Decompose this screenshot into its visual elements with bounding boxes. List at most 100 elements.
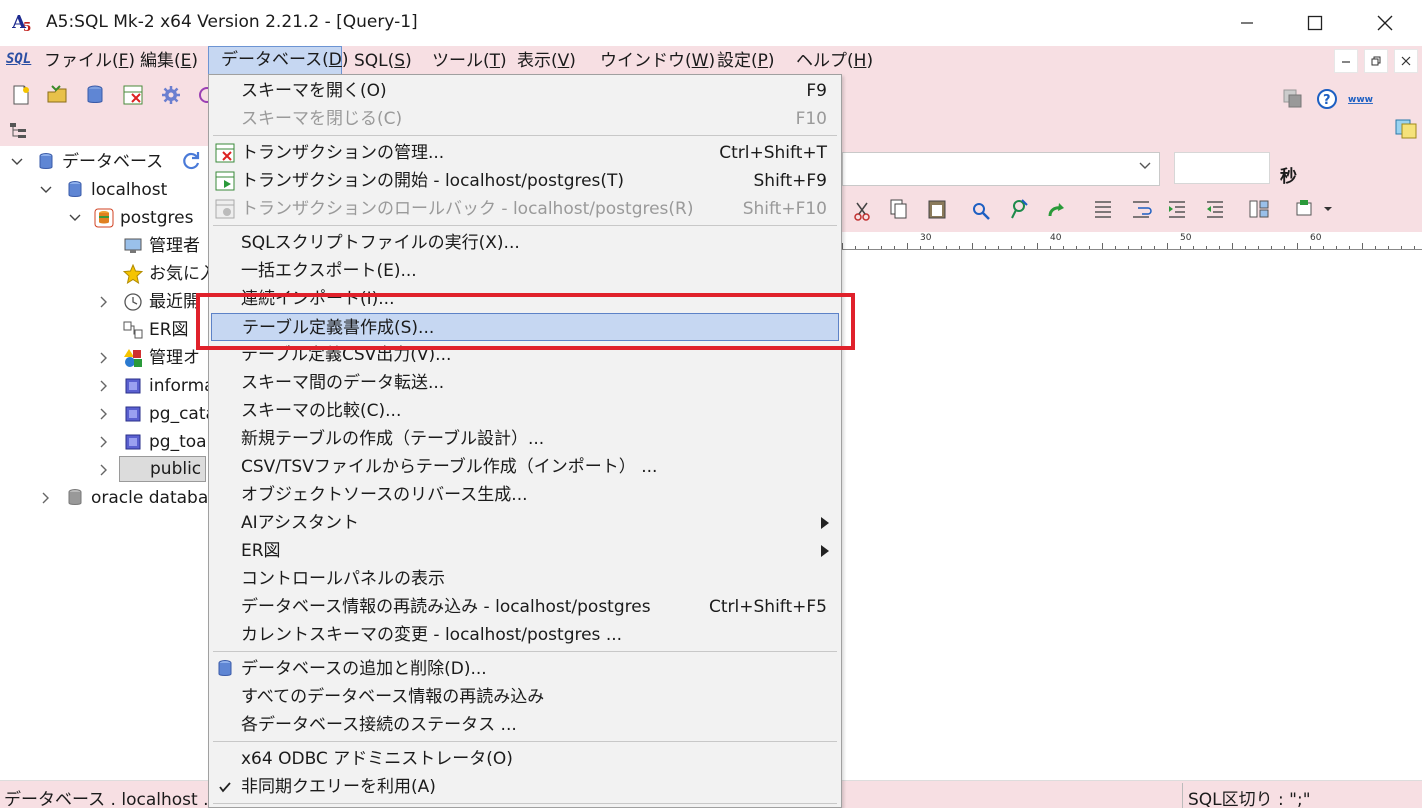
tools-dropdown-icon[interactable]	[1294, 198, 1334, 220]
menu-item-5[interactable]: 表示(V)	[517, 46, 576, 76]
dropdown-item-label: CSV/TSVファイルからテーブル作成（インポート） ...	[241, 457, 658, 477]
collapse-chevron-icon[interactable]	[39, 176, 53, 204]
tree-view-icon[interactable]	[8, 120, 30, 142]
open-folder-icon[interactable]	[46, 84, 68, 106]
window-layer-icon[interactable]	[1282, 88, 1304, 110]
dropdown-menu-item[interactable]: カレントスキーマの変更 - localhost/postgres ...	[209, 621, 841, 649]
menu-item-6[interactable]: ウインドウ(W)	[600, 46, 715, 76]
dropdown-item-shortcut: Ctrl+Shift+F5	[709, 597, 827, 617]
dropdown-menu-item[interactable]: 各データベース接続のステータス ...	[209, 711, 841, 739]
tree-node[interactable]: pg_toa	[149, 428, 207, 456]
timeout-seconds-input[interactable]	[1174, 152, 1270, 184]
refresh-icon[interactable]	[180, 150, 202, 172]
dropdown-item-shortcut: F9	[806, 81, 827, 101]
close-icon	[1377, 15, 1393, 31]
dropdown-menu-item[interactable]: データベースの追加と削除(D)...	[209, 655, 841, 683]
menu-item-3[interactable]: SQL(S)	[354, 46, 412, 76]
tree-node[interactable]: informa	[149, 372, 215, 400]
ruler-tick	[933, 246, 934, 249]
svg-text:www: www	[1348, 95, 1373, 105]
transaction-icon[interactable]	[122, 84, 144, 106]
collapse-chevron-icon[interactable]	[68, 204, 82, 232]
menu-item-4[interactable]: ツール(T)	[432, 46, 507, 76]
checkmark-icon	[219, 773, 231, 802]
menu-item-1[interactable]: 編集(E)	[140, 46, 198, 76]
expand-chevron-icon[interactable]	[97, 400, 111, 428]
dropdown-menu-item[interactable]: SQLスクリプトファイルの実行(X)...	[209, 229, 841, 257]
dropdown-menu-item[interactable]: トランザクションの開始 - localhost/postgres(T) Shift…	[209, 167, 841, 195]
copy-icon[interactable]	[888, 198, 910, 220]
dropdown-menu-item[interactable]: すべてのデータベース情報の再読み込み	[209, 683, 841, 711]
dropdown-menu-item[interactable]: スキーマ間のデータ転送...	[209, 369, 841, 397]
www-icon[interactable]: www	[1348, 88, 1374, 110]
mdi-minimize-button[interactable]	[1334, 49, 1358, 73]
menu-item-8[interactable]: ヘルプ(H)	[796, 46, 873, 76]
gear-icon[interactable]	[160, 84, 182, 106]
mdi-close-button[interactable]	[1394, 49, 1418, 73]
menu-item-2[interactable]: データベース(D)	[208, 46, 349, 75]
mdi-restore-button[interactable]	[1364, 49, 1388, 73]
expand-chevron-icon[interactable]	[97, 344, 111, 372]
database-icon[interactable]	[84, 84, 106, 106]
cut-icon[interactable]	[852, 200, 874, 222]
outdent-icon[interactable]	[1204, 198, 1226, 220]
layout-icon[interactable]	[1248, 198, 1270, 220]
dropdown-menu-item[interactable]: 一括エクスポート(E)...	[209, 257, 841, 285]
search-icon[interactable]	[970, 200, 992, 222]
ruler-tick	[946, 246, 947, 249]
ruler-tick	[1115, 246, 1116, 249]
indent-icon[interactable]	[1166, 198, 1188, 220]
ruler-tick	[1401, 246, 1402, 249]
dropdown-menu-item[interactable]: データベース情報の再読み込み - localhost/postgres Ctrl+…	[209, 593, 841, 621]
tree-node[interactable]: public	[119, 456, 207, 482]
expand-chevron-icon[interactable]	[97, 456, 111, 484]
tree-node[interactable]: pg_cata	[149, 400, 216, 428]
sql-editor[interactable]	[842, 250, 1422, 780]
ruler-tick	[1310, 246, 1311, 249]
tree-node[interactable]: ER図	[149, 316, 189, 344]
tree-node[interactable]: localhost	[91, 176, 167, 204]
redo-icon[interactable]	[1046, 200, 1068, 222]
expand-chevron-icon[interactable]	[97, 372, 111, 400]
dropdown-menu-item[interactable]: x64 ODBC アドミニストレータ(O)	[209, 745, 841, 773]
tree-node-label: 最近開	[149, 292, 200, 312]
tree-node[interactable]: oracle databas	[91, 484, 217, 512]
align-icon[interactable]	[1092, 198, 1114, 220]
dropdown-menu-item[interactable]: スキーマを開く(O) F9	[209, 77, 841, 105]
collapse-chevron-icon[interactable]	[10, 148, 24, 176]
maximize-button[interactable]	[1280, 0, 1350, 46]
database-menu-dropdown: スキーマを開く(O) F9 スキーマを閉じる(C) F10 トランザクションの管理...…	[208, 74, 842, 808]
help-icon[interactable]: ?	[1316, 88, 1338, 110]
new-file-icon[interactable]	[10, 84, 32, 106]
tree-node[interactable]: 管理者	[149, 232, 200, 260]
copy-window-icon[interactable]	[1394, 118, 1420, 140]
dropdown-menu-item[interactable]: オブジェクトソースのリバース生成...	[209, 481, 841, 509]
tree-node-label: informa	[149, 376, 215, 396]
dropdown-menu-item[interactable]: コントロールパネルの表示	[209, 565, 841, 593]
dropdown-menu-item[interactable]: AIアシスタント	[209, 509, 841, 537]
tree-node[interactable]: データベース	[62, 148, 163, 176]
wrap-icon[interactable]	[1130, 198, 1152, 220]
expand-chevron-icon[interactable]	[97, 288, 111, 316]
dropdown-menu-item[interactable]: トランザクションの管理... Ctrl+Shift+T	[209, 139, 841, 167]
connection-combo[interactable]	[842, 152, 1160, 186]
dropdown-menu-item[interactable]: CSV/TSVファイルからテーブル作成（インポート） ...	[209, 453, 841, 481]
dropdown-item-label: AIアシスタント	[241, 513, 359, 533]
dropdown-menu-item[interactable]: 非同期クエリーを利用(A)	[209, 773, 841, 801]
dropdown-menu-item[interactable]: スキーマの比較(C)...	[209, 397, 841, 425]
replace-icon[interactable]	[1008, 198, 1030, 220]
dropdown-menu-item[interactable]: 新規テーブルの作成（テーブル設計）...	[209, 425, 841, 453]
menu-item-0[interactable]: ファイル(F)	[44, 46, 135, 76]
tree-node[interactable]: お気に入	[149, 260, 217, 288]
close-button[interactable]	[1350, 0, 1420, 46]
expand-chevron-icon[interactable]	[39, 484, 53, 512]
expand-chevron-icon[interactable]	[97, 428, 111, 456]
tree-node[interactable]: 管理オ	[149, 344, 200, 372]
transaction-rollback-icon	[215, 199, 235, 219]
paste-icon[interactable]	[926, 198, 948, 220]
tree-node[interactable]: postgres	[120, 204, 193, 232]
menu-item-7[interactable]: 設定(P)	[717, 46, 775, 76]
dropdown-menu-item[interactable]: ER図	[209, 537, 841, 565]
tree-node[interactable]: 最近開	[149, 288, 200, 316]
minimize-button[interactable]	[1212, 0, 1282, 46]
